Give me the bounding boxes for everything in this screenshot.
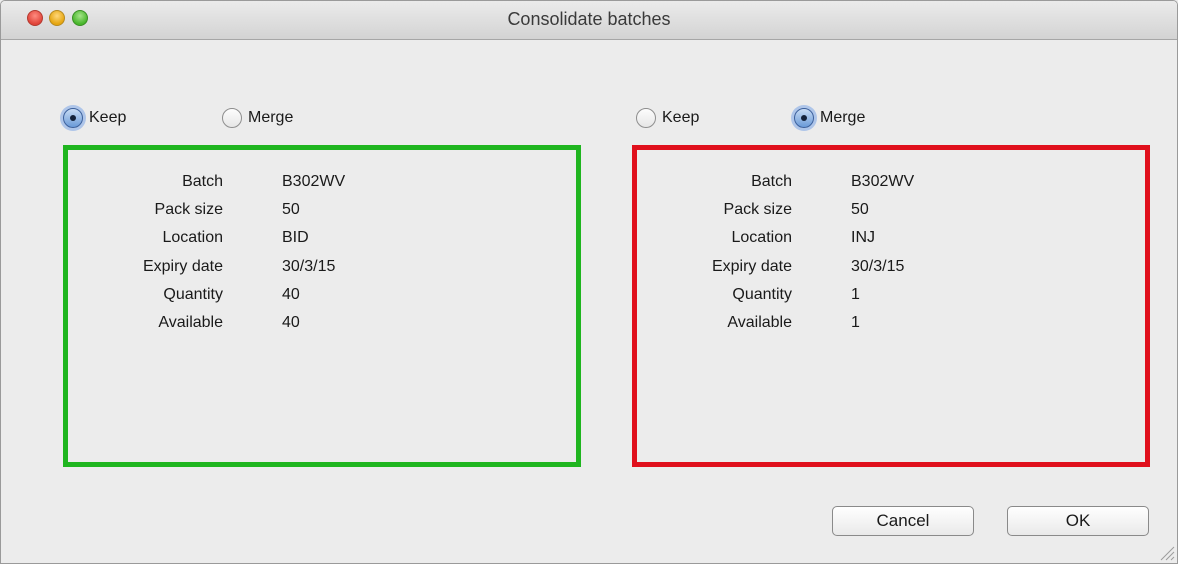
field-value: 50 <box>851 201 869 218</box>
field-label: Expiry date <box>142 258 223 275</box>
field-value: 40 <box>282 286 300 303</box>
field-label: Pack size <box>154 201 223 218</box>
location-row: Location INJ <box>637 229 1145 253</box>
quantity-row: Quantity 40 <box>68 286 576 310</box>
left-merge-radio[interactable]: Merge <box>222 108 293 128</box>
field-label: Expiry date <box>711 258 792 275</box>
ok-button[interactable]: OK <box>1007 506 1149 536</box>
left-radio-group: Keep Merge <box>63 108 363 134</box>
field-label: Location <box>162 229 224 246</box>
field-label: Batch <box>182 173 223 190</box>
left-keep-radio[interactable]: Keep <box>63 108 126 128</box>
radio-indicator <box>636 108 656 128</box>
right-keep-label: Keep <box>662 109 700 126</box>
field-value: 30/3/15 <box>851 258 905 275</box>
location-row: Location BID <box>68 229 576 253</box>
field-label: Location <box>731 229 793 246</box>
batch-row: Batch B302WV <box>68 173 576 197</box>
right-merge-radio[interactable]: Merge <box>794 108 865 128</box>
field-value: 50 <box>282 201 300 218</box>
available-row: Available 40 <box>68 314 576 338</box>
field-label: Quantity <box>732 286 792 303</box>
field-label: Pack size <box>723 201 792 218</box>
field-label: Available <box>727 314 792 331</box>
field-value: B302WV <box>851 173 915 190</box>
expiry-date-row: Expiry date 30/3/15 <box>637 258 1145 282</box>
field-value: B302WV <box>282 173 346 190</box>
batch-row: Batch B302WV <box>637 173 1145 197</box>
field-value: INJ <box>851 229 875 246</box>
pack-size-row: Pack size 50 <box>68 201 576 225</box>
field-label: Quantity <box>163 286 223 303</box>
field-value: 1 <box>851 314 860 331</box>
resize-grip-icon[interactable] <box>1155 541 1175 561</box>
right-merge-label: Merge <box>820 109 866 126</box>
radio-indicator <box>63 108 83 128</box>
field-label: Batch <box>751 173 792 190</box>
merge-batch-panel: Batch B302WV Pack size 50 Location INJ E… <box>632 145 1150 467</box>
quantity-row: Quantity 1 <box>637 286 1145 310</box>
title-bar: Consolidate batches <box>1 1 1177 40</box>
right-keep-radio[interactable]: Keep <box>636 108 699 128</box>
field-label: Available <box>158 314 223 331</box>
left-keep-label: Keep <box>89 109 127 126</box>
pack-size-row: Pack size 50 <box>637 201 1145 225</box>
radio-indicator <box>222 108 242 128</box>
keep-batch-panel: Batch B302WV Pack size 50 Location BID E… <box>63 145 581 467</box>
dialog-window: Consolidate batches Keep Merge Keep Merg… <box>0 0 1178 564</box>
expiry-date-row: Expiry date 30/3/15 <box>68 258 576 282</box>
field-value: BID <box>282 229 309 246</box>
cancel-button[interactable]: Cancel <box>832 506 974 536</box>
left-merge-label: Merge <box>248 109 294 126</box>
radio-indicator <box>794 108 814 128</box>
field-value: 40 <box>282 314 300 331</box>
window-title: Consolidate batches <box>507 9 671 29</box>
field-value: 30/3/15 <box>282 258 336 275</box>
field-value: 1 <box>851 286 860 303</box>
right-radio-group: Keep Merge <box>636 108 936 134</box>
available-row: Available 1 <box>637 314 1145 338</box>
